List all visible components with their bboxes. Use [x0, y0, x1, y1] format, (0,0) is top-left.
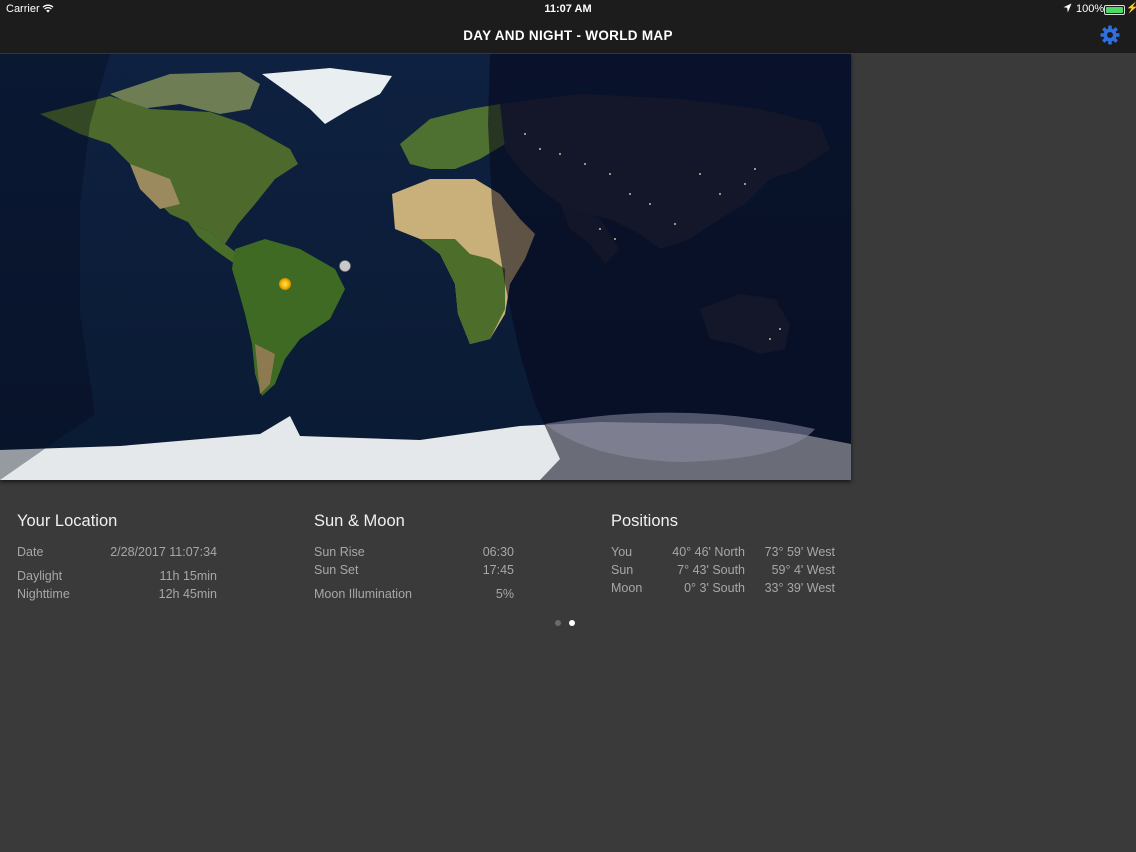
sun-latitude: 7° 43' South [677, 563, 745, 577]
sunset-value: 17:45 [482, 563, 514, 577]
sunrise-value: 06:30 [482, 545, 514, 559]
world-map[interactable] [0, 54, 851, 480]
location-arrow-icon [1063, 3, 1072, 16]
sun-marker-icon [279, 278, 291, 290]
moon-label: Moon [611, 581, 643, 595]
moon-illumination-value: 5% [495, 587, 514, 601]
daylight-label: Daylight [17, 569, 63, 583]
date-label: Date [17, 545, 44, 559]
page-dot[interactable] [569, 620, 575, 626]
page-title: DAY AND NIGHT - WORLD MAP [463, 28, 673, 43]
moon-illumination-label: Moon Illumination [314, 587, 412, 601]
sun-moon-title: Sun & Moon [314, 512, 405, 530]
date-value: 2/28/2017 11:07:34 [110, 545, 217, 559]
you-label: You [611, 545, 633, 559]
daylight-value: 11h 15min [159, 569, 217, 583]
sunset-label: Sun Set [314, 563, 359, 577]
positions-title: Positions [611, 512, 678, 530]
you-longitude: 73° 59' West [764, 545, 835, 559]
charging-bolt-icon: ⚡ [1126, 3, 1136, 14]
your-location-title: Your Location [17, 512, 118, 530]
page-dot[interactable] [555, 620, 561, 626]
moon-longitude: 33° 39' West [764, 581, 835, 595]
sun-label: Sun [611, 563, 634, 577]
battery-percent: 100% [1076, 3, 1105, 15]
battery-icon [1104, 5, 1125, 15]
navigation-bar: DAY AND NIGHT - WORLD MAP [0, 18, 1136, 53]
nighttime-label: Nighttime [17, 587, 70, 601]
you-latitude: 40° 46' North [672, 545, 745, 559]
status-bar: Carrier 11:07 AM 100% ⚡ [0, 0, 1136, 18]
nighttime-value: 12h 45min [158, 587, 217, 601]
status-time: 11:07 AM [544, 3, 592, 15]
gear-icon[interactable] [1099, 24, 1121, 46]
sunrise-label: Sun Rise [314, 545, 365, 559]
sun-longitude: 59° 4' West [771, 563, 835, 577]
moon-latitude: 0° 3' South [684, 581, 745, 595]
moon-marker-icon [339, 260, 351, 272]
